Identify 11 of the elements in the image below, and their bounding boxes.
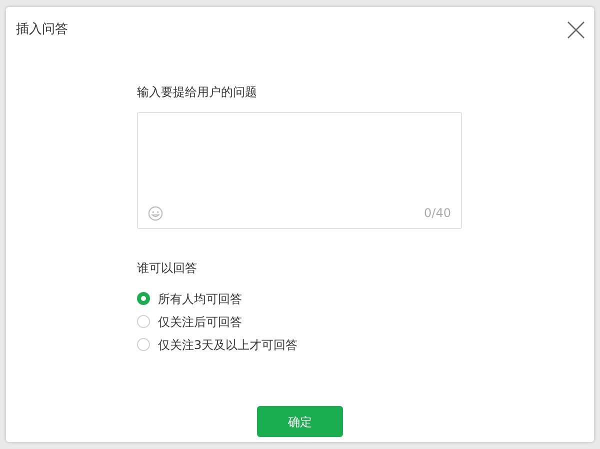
option-label[interactable]: 仅关注3天及以上才可回答 [158,336,298,354]
character-counter: 0/40 [424,205,451,222]
question-label: 输入要提给用户的问题 [137,84,258,101]
emoji-icon[interactable] [148,206,163,220]
radio-button[interactable] [137,292,150,305]
option-label[interactable]: 所有人均可回答 [158,290,242,308]
radio-button[interactable] [137,338,150,351]
option-label[interactable]: 仅关注后可回答 [158,312,242,330]
audience-label: 谁可以回答 [137,260,198,277]
dialog-title: 插入问答 [16,21,68,39]
radio-button[interactable] [137,315,150,328]
